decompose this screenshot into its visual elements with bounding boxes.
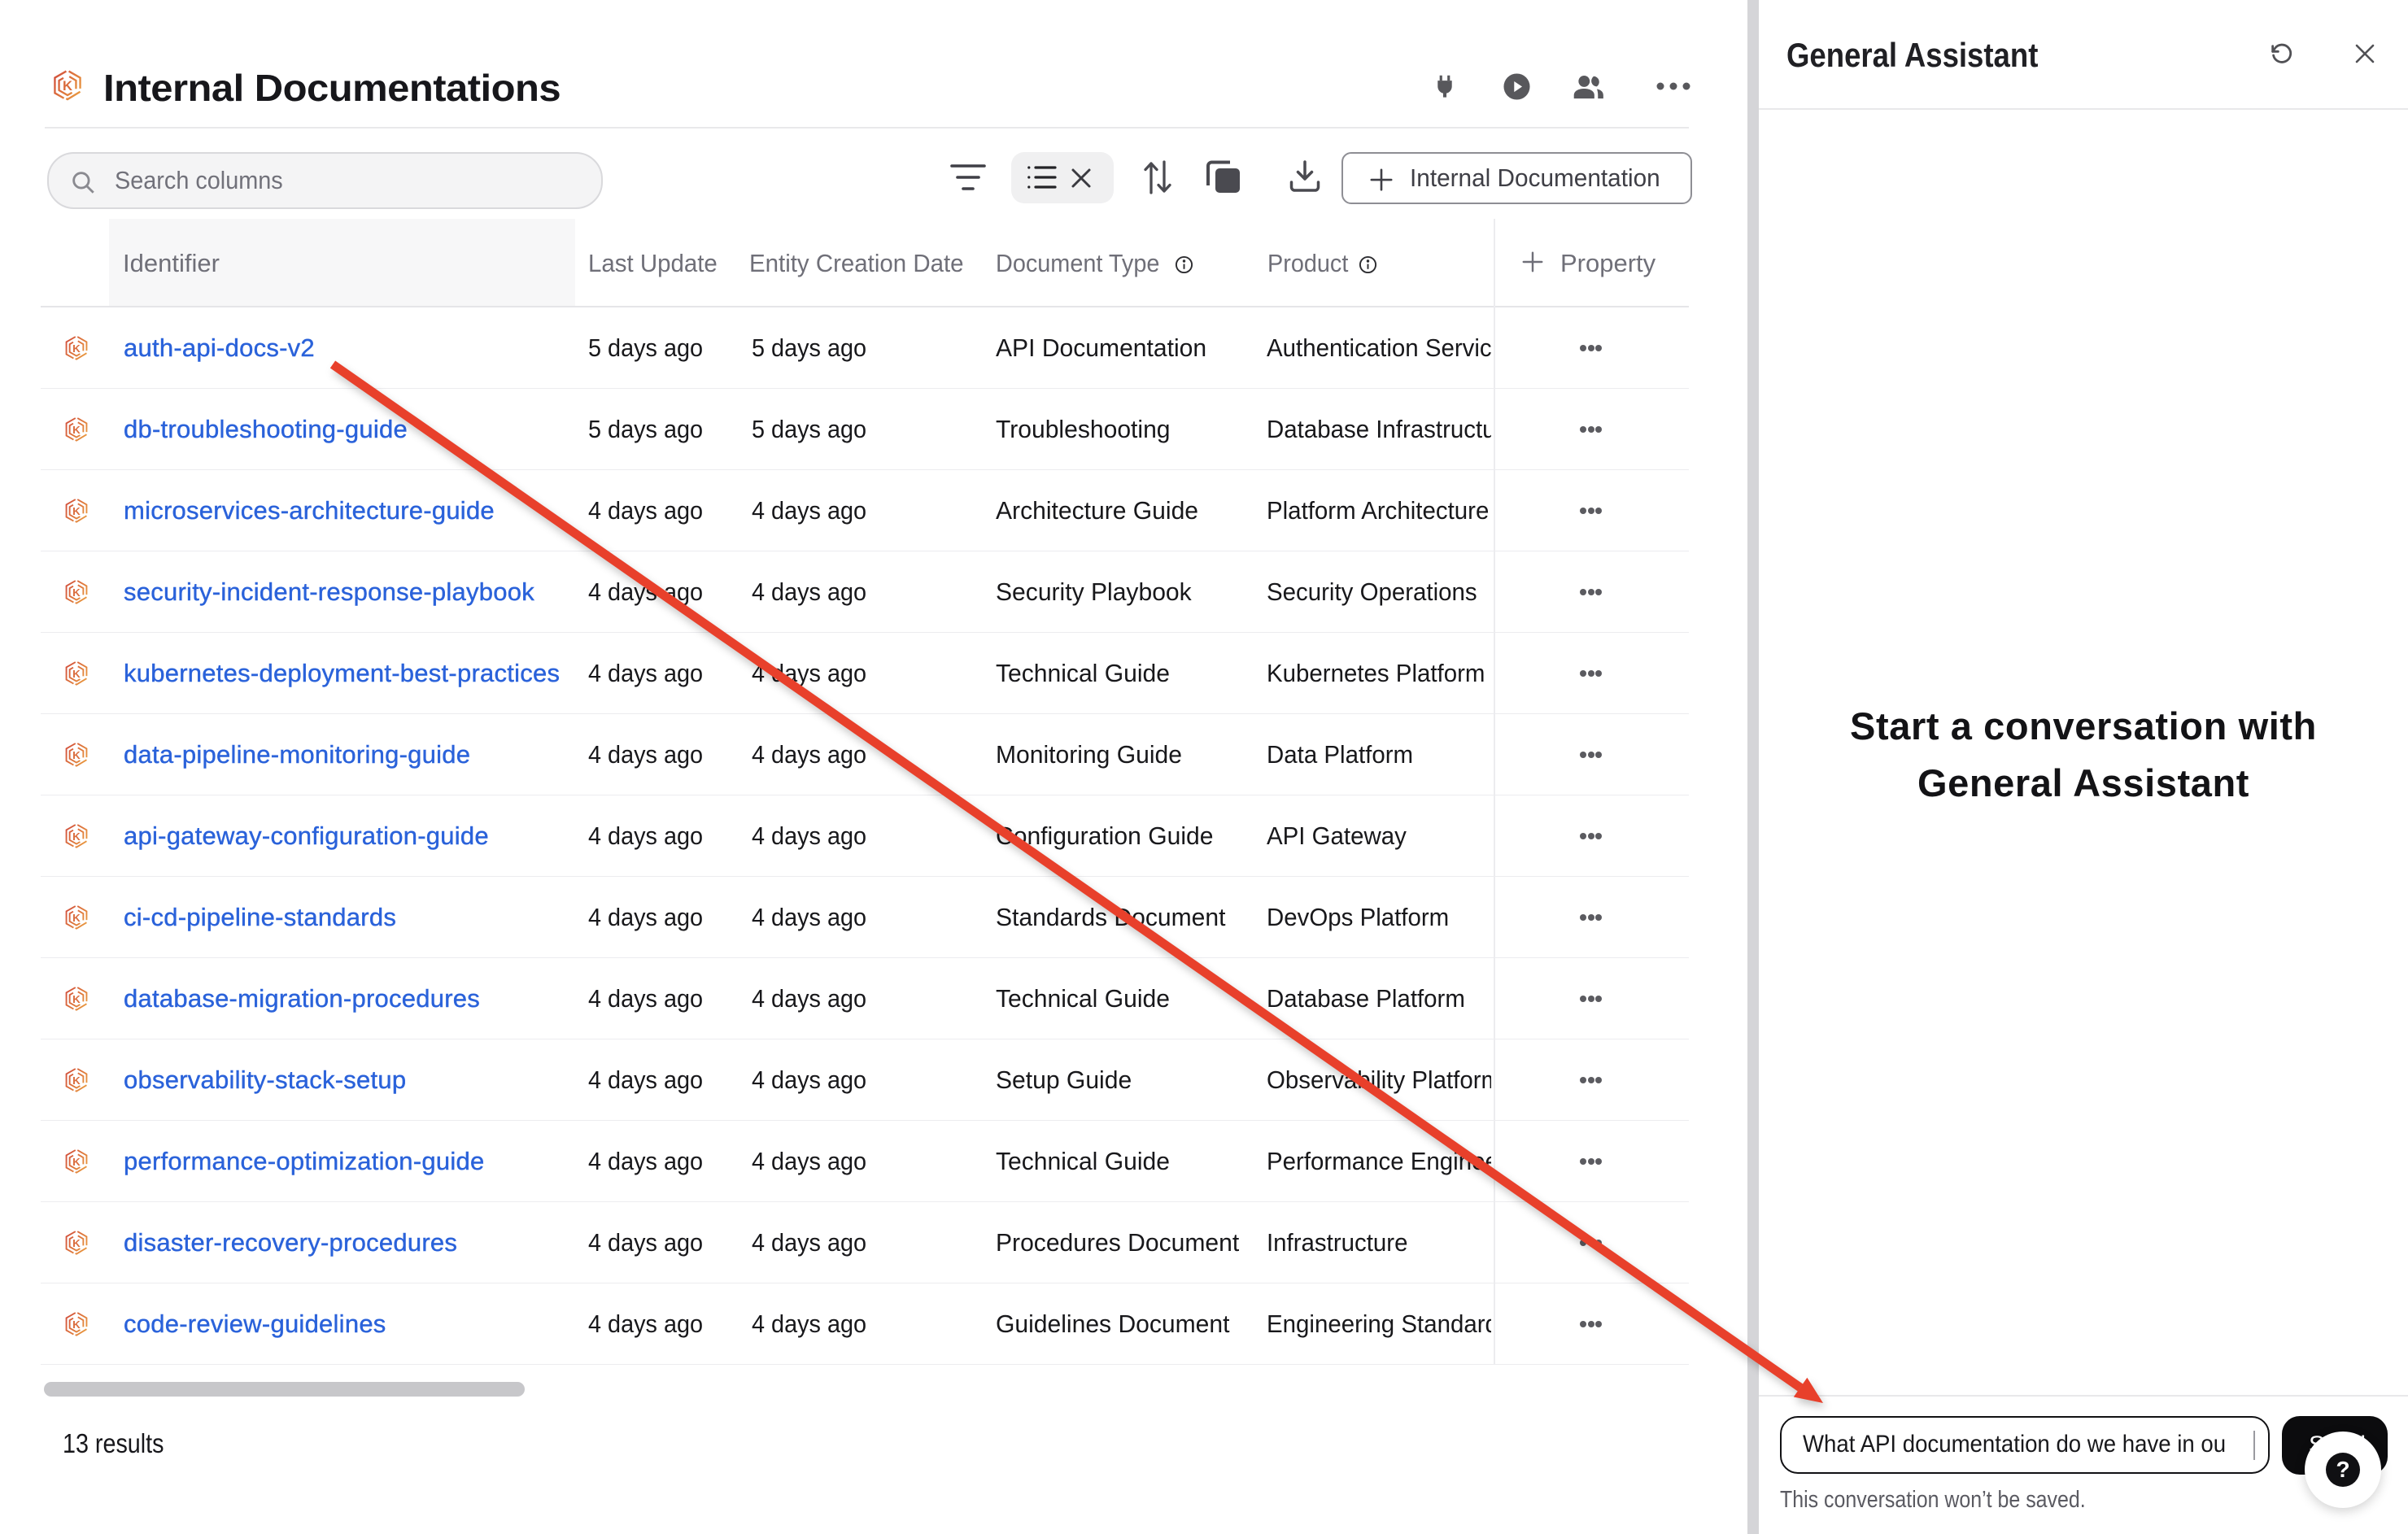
svg-text:K: K bbox=[72, 749, 81, 761]
svg-text:K: K bbox=[72, 586, 81, 599]
svg-text:K: K bbox=[72, 505, 81, 517]
svg-text:K: K bbox=[72, 830, 81, 843]
svg-text:K: K bbox=[72, 1318, 81, 1331]
svg-text:K: K bbox=[63, 78, 72, 94]
svg-text:K: K bbox=[72, 1074, 81, 1087]
svg-text:K: K bbox=[72, 668, 81, 680]
svg-text:K: K bbox=[72, 993, 81, 1005]
svg-text:K: K bbox=[72, 912, 81, 924]
svg-text:K: K bbox=[72, 1237, 81, 1249]
svg-text:K: K bbox=[72, 342, 81, 355]
svg-text:K: K bbox=[72, 1156, 81, 1168]
svg-text:K: K bbox=[72, 424, 81, 436]
